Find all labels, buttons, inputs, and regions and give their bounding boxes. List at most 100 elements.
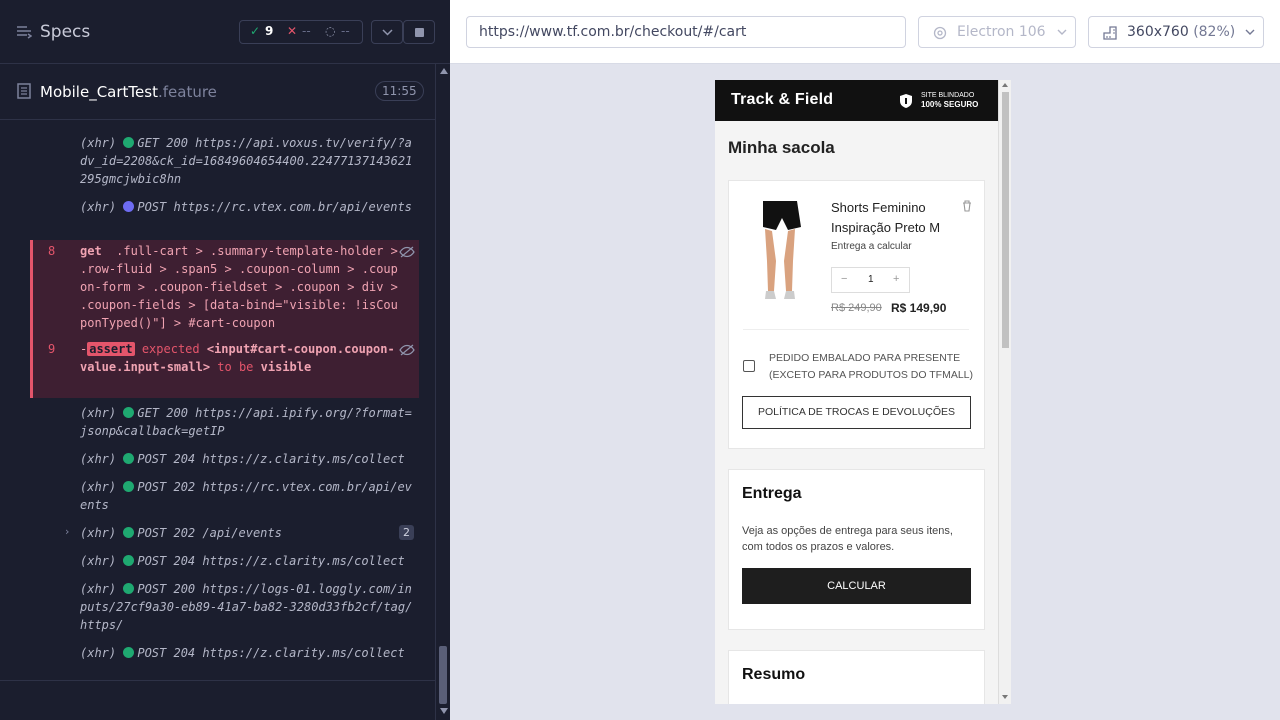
log-message: POST 202 /api/events	[137, 526, 282, 540]
secure-line2: 100% SEGURO	[921, 100, 979, 109]
expand-button[interactable]	[371, 20, 403, 44]
aut-header: https://www.tf.com.br/checkout/#/cart El…	[450, 0, 1280, 64]
eye-slash-icon[interactable]	[399, 246, 415, 258]
log-row[interactable]: (xhr) POST 202 /api/events	[80, 524, 415, 542]
delivery-title: Entrega	[742, 485, 802, 502]
quantity-stepper: − 1 +	[831, 267, 910, 293]
log-type: (xhr)	[80, 554, 117, 568]
log-row[interactable]: (xhr) POST https://rc.vtex.com.br/api/ev…	[80, 198, 415, 216]
file-icon	[17, 83, 31, 99]
failed-count: --	[302, 24, 311, 38]
cart-title: Minha sacola	[728, 138, 835, 157]
log-row[interactable]: (xhr) POST 204 https://z.clarity.ms/coll…	[80, 552, 415, 570]
log-count-badge: 2	[399, 525, 414, 540]
scroll-up-arrow[interactable]	[1002, 83, 1008, 87]
test-stats: ✓ 9 ✕ -- ◌ --	[239, 20, 363, 44]
cmd-selector: .full-cart > .summary-template-holder > …	[80, 244, 406, 330]
status-dot	[123, 453, 135, 464]
status-dot	[123, 201, 135, 212]
specs-title[interactable]: Specs	[40, 22, 90, 42]
expand-caret-icon[interactable]: ›	[65, 525, 69, 538]
log-row[interactable]: (xhr) POST 200 https://logs-01.loggly.co…	[80, 580, 415, 634]
url-bar[interactable]: https://www.tf.com.br/checkout/#/cart	[466, 16, 906, 48]
summary-card: Resumo	[728, 650, 985, 704]
status-dot	[123, 527, 135, 538]
failed-get-command[interactable]: get .full-cart > .summary-template-holde…	[80, 242, 400, 332]
scroll-down-arrow[interactable]	[440, 708, 448, 714]
log-message: POST 204 https://z.clarity.ms/collect	[137, 452, 405, 466]
shield-icon	[900, 94, 912, 108]
viewport-selector[interactable]: 360x760 (82%)	[1088, 16, 1264, 48]
log-row[interactable]: (xhr) POST 204 https://z.clarity.ms/coll…	[80, 450, 415, 468]
log-type: (xhr)	[80, 526, 117, 540]
pending-icon: ◌	[325, 24, 336, 38]
qty-value[interactable]: 1	[868, 274, 874, 285]
viewport-label: 360x760 (82%)	[1127, 24, 1235, 40]
status-dot	[123, 647, 135, 658]
failed-assert-command[interactable]: - assert expected <input#cart-coupon.coup…	[80, 340, 400, 376]
qty-minus-button[interactable]: −	[841, 273, 847, 285]
log-row[interactable]: (xhr) POST 202 https://rc.vtex.com.br/ap…	[80, 478, 415, 514]
log-row[interactable]: (xhr) GET 200 https://api.voxus.tv/verif…	[80, 134, 415, 188]
chevron-down-icon	[382, 29, 393, 36]
viewport-size: 360x760	[1127, 24, 1189, 40]
assert-badge: assert	[87, 342, 135, 356]
command-log: (xhr) GET 200 https://api.voxus.tv/verif…	[0, 120, 435, 680]
log-type: (xhr)	[80, 452, 117, 466]
delivery-text: Veja as opções de entrega para seus iten…	[742, 525, 953, 553]
secure-line1: SITE BLINDADO	[921, 92, 975, 99]
price: R$ 149,90	[891, 301, 947, 315]
log-row[interactable]: (xhr) POST 204 https://z.clarity.ms/coll…	[80, 644, 415, 662]
cmd-number: 8	[48, 244, 56, 258]
status-dot	[123, 555, 135, 566]
log-row[interactable]: (xhr) GET 200 https://api.ipify.org/?for…	[80, 404, 415, 440]
stop-icon	[415, 28, 424, 37]
eye-slash-icon[interactable]	[399, 344, 415, 356]
stop-button[interactable]	[403, 20, 435, 44]
bottom-bar	[0, 680, 435, 720]
return-policy-button[interactable]: POLÍTICA DE TROCAS E DEVOLUÇÕES	[742, 396, 971, 429]
command-log-scrollbar[interactable]	[435, 64, 450, 720]
log-type: (xhr)	[80, 582, 117, 596]
qty-plus-button[interactable]: +	[893, 273, 899, 285]
gift-checkbox[interactable]	[743, 360, 755, 372]
scroll-thumb[interactable]	[1002, 92, 1009, 348]
assert-to-be: to be	[217, 360, 254, 374]
status-dot	[123, 137, 135, 148]
specs-header: Specs ✓ 9 ✕ -- ◌ --	[0, 0, 450, 64]
chevron-down-icon	[1245, 29, 1255, 35]
status-dot	[123, 481, 135, 492]
scroll-thumb[interactable]	[439, 646, 447, 704]
product-name[interactable]: Shorts Feminino Inspiração Preto M	[831, 198, 951, 238]
specs-list-icon[interactable]	[16, 24, 32, 40]
status-dot	[123, 407, 135, 418]
log-type: (xhr)	[80, 136, 117, 150]
divider	[743, 329, 969, 330]
check-icon: ✓	[250, 24, 261, 38]
spec-file-name[interactable]: Mobile_CartTest.feature	[40, 83, 217, 101]
gift-label[interactable]: PEDIDO EMBALADO PARA PRESENTE (EXCETO PA…	[769, 350, 979, 384]
browser-label: Electron 106	[957, 24, 1046, 40]
spec-name: Mobile_CartTest	[40, 83, 158, 101]
viewport-scale: (82%)	[1193, 24, 1236, 40]
log-message: POST 204 https://z.clarity.ms/collect	[137, 646, 405, 660]
status-dot	[123, 583, 135, 594]
log-message: POST https://rc.vtex.com.br/api/events	[137, 200, 412, 214]
product-image[interactable]	[745, 195, 815, 307]
aut-viewport: Track & Field SITE BLINDADO 100% SEGURO M…	[715, 80, 1011, 704]
trash-icon[interactable]	[962, 200, 972, 212]
log-type: (xhr)	[80, 480, 117, 494]
aut-scrollbar[interactable]	[998, 80, 1011, 704]
delivery-note: Entrega a calcular	[831, 241, 912, 252]
delivery-card: Entrega Veja as opções de entrega para s…	[728, 469, 985, 630]
scroll-down-arrow[interactable]	[1002, 695, 1008, 699]
site-logo[interactable]: Track & Field	[731, 91, 833, 109]
cmd-name: get	[80, 244, 102, 258]
scroll-up-arrow[interactable]	[440, 68, 448, 74]
x-icon: ✕	[287, 24, 298, 38]
log-message: POST 204 https://z.clarity.ms/collect	[137, 554, 405, 568]
secure-badge: SITE BLINDADO 100% SEGURO	[921, 91, 978, 110]
browser-selector[interactable]: Electron 106	[918, 16, 1076, 48]
calculate-button[interactable]: CALCULAR	[742, 568, 971, 604]
spec-ext: .feature	[157, 83, 217, 101]
